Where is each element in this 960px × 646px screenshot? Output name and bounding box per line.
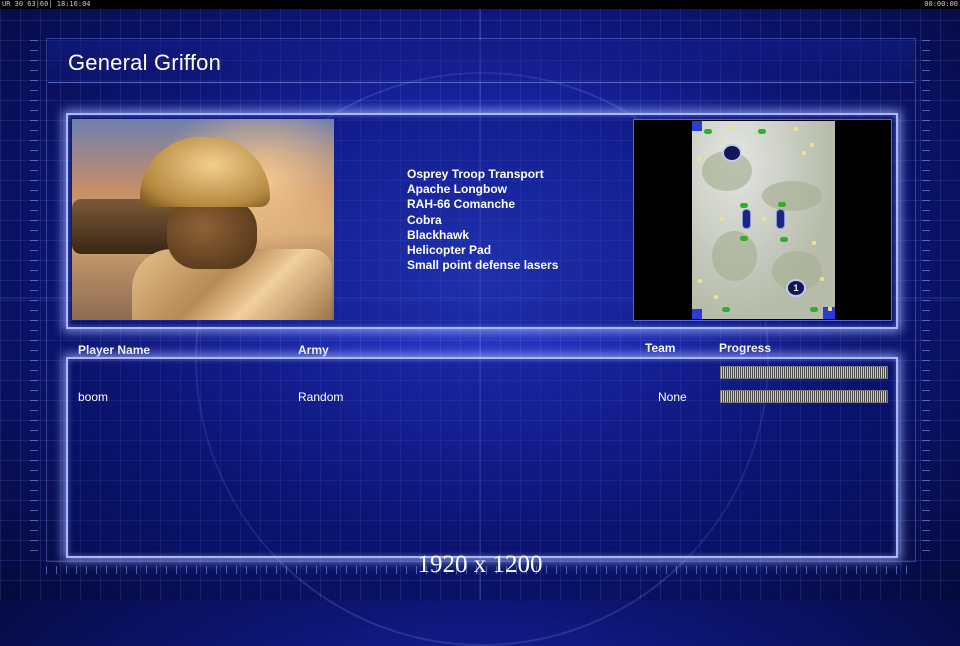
- unit-item: Cobra: [407, 212, 442, 227]
- terrain-ridge: [712, 231, 757, 281]
- right-ruler: [922, 40, 930, 560]
- header-progress: Progress: [719, 341, 772, 355]
- progress-bar: [720, 390, 888, 403]
- supply-marker: [810, 143, 814, 147]
- unit-item: Apache Longbow: [407, 182, 507, 197]
- supply-marker: [794, 127, 798, 131]
- water-corner: [692, 121, 702, 131]
- resolution-label: 1920 x 1200: [417, 551, 543, 578]
- oil-derrick-marker: [740, 236, 748, 241]
- water-corner: [692, 309, 702, 319]
- unit-item: RAH-66 Comanche: [407, 197, 516, 212]
- supply-marker: [828, 307, 832, 311]
- unit-item: Small point defense lasers: [407, 258, 559, 273]
- supply-marker: [802, 151, 806, 155]
- progress-bar: [720, 366, 888, 379]
- oil-derrick-marker: [704, 129, 712, 134]
- unit-item: Osprey Troop Transport: [407, 167, 544, 181]
- unit-list: Osprey Troop Transport Apache Longbow RA…: [407, 167, 558, 273]
- supply-marker: [714, 295, 718, 299]
- oil-derrick-marker: [722, 307, 730, 312]
- general-title: General Griffon: [68, 50, 222, 75]
- supply-marker: [720, 217, 724, 221]
- oil-derrick-marker: [778, 202, 786, 207]
- oil-derrick-marker: [758, 129, 766, 134]
- supply-marker: [812, 241, 816, 245]
- status-clock: 00:00:00: [924, 0, 958, 8]
- minimap[interactable]: 1: [633, 119, 892, 321]
- helmet-shape: [140, 137, 270, 207]
- soldier-face-shape: [167, 199, 257, 269]
- unit-item: Helicopter Pad: [407, 243, 492, 258]
- supply-marker: [730, 125, 734, 129]
- oil-derrick-marker: [740, 203, 748, 208]
- general-portrait: [72, 119, 334, 320]
- header-army: Army: [298, 343, 329, 357]
- minimap-terrain: 1: [692, 121, 835, 319]
- player-list-panel: [66, 357, 898, 558]
- army-cell: Random: [298, 390, 344, 404]
- terrain-ridge: [762, 181, 822, 211]
- supply-marker: [762, 217, 766, 221]
- structure-marker: [742, 209, 751, 229]
- start-position-marker[interactable]: [722, 144, 742, 162]
- player-name-cell: boom: [78, 390, 109, 404]
- team-cell: None: [658, 390, 687, 404]
- header-player-name: Player Name: [78, 343, 151, 357]
- supply-marker: [820, 277, 824, 281]
- unit-item: Blackhawk: [407, 227, 470, 242]
- left-ruler: [30, 40, 38, 560]
- supply-marker: [698, 279, 702, 283]
- header-team: Team: [645, 341, 676, 355]
- start-position-marker[interactable]: 1: [786, 279, 806, 297]
- structure-marker: [776, 209, 785, 229]
- oil-derrick-marker: [810, 307, 818, 312]
- oil-derrick-marker: [780, 237, 788, 242]
- status-strip: UR 30 63|60| 18:16:04 00:00:00: [0, 0, 960, 9]
- status-left: UR 30 63|60| 18:16:04: [2, 0, 91, 8]
- supply-marker: [697, 157, 701, 161]
